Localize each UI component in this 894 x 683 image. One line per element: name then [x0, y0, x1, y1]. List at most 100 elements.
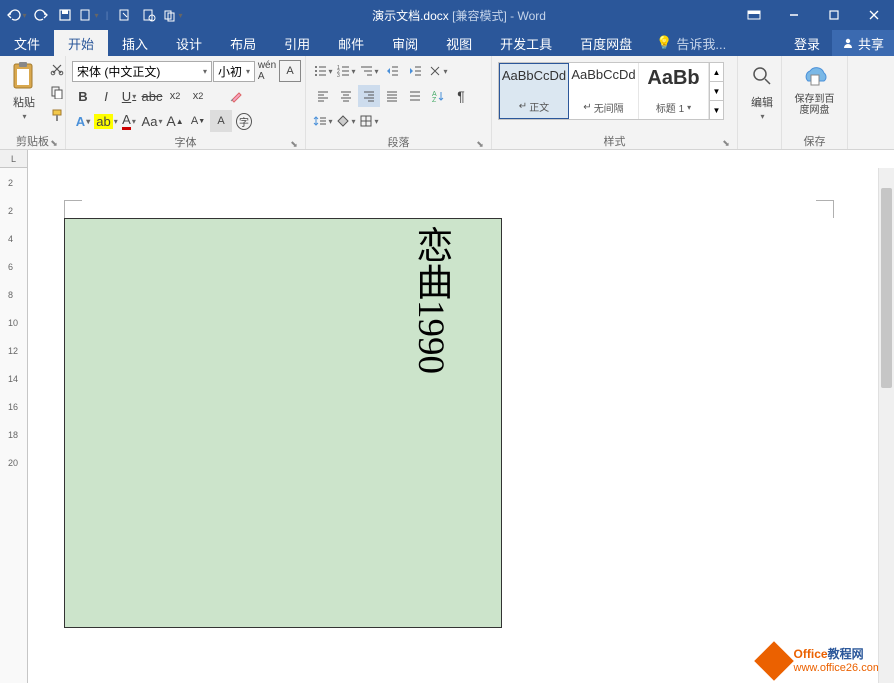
find-button[interactable]: 编辑 ▾ — [742, 58, 782, 123]
save-baidu-button[interactable]: 保存到百度网盘 — [786, 58, 843, 118]
tab-insert[interactable]: 插入 — [108, 30, 162, 56]
maximize-button[interactable] — [814, 0, 854, 30]
highlight-button[interactable]: ab▾ — [95, 110, 117, 132]
gallery-up[interactable]: ▲ — [710, 63, 723, 82]
align-justify-button[interactable] — [381, 85, 403, 107]
increase-indent-button[interactable] — [404, 60, 426, 82]
tab-references[interactable]: 引用 — [270, 30, 324, 56]
tab-review[interactable]: 审阅 — [378, 30, 432, 56]
distributed-button[interactable] — [404, 85, 426, 107]
tab-layout[interactable]: 布局 — [216, 30, 270, 56]
tab-home[interactable]: 开始 — [54, 30, 108, 56]
app-name: Word — [517, 9, 545, 23]
tell-me-search[interactable]: 💡 告诉我... — [646, 30, 736, 56]
styles-launcher[interactable]: ⬊ — [721, 138, 731, 148]
gallery-down[interactable]: ▼ — [710, 82, 723, 101]
change-case-button[interactable]: Aa▾ — [141, 110, 163, 132]
group-clipboard: 粘贴 ▾ 剪贴板⬊ — [0, 56, 66, 149]
group-label-paragraph: 段落⬊ — [310, 134, 487, 150]
clipboard-launcher[interactable]: ⬊ — [49, 138, 59, 148]
vertical-ruler[interactable]: 22468101214161820 — [0, 168, 28, 683]
font-size-combo[interactable]: 小初▾ — [213, 61, 255, 82]
paste-button[interactable]: 粘贴 ▾ — [4, 58, 44, 123]
font-color-button[interactable]: A▾ — [118, 110, 140, 132]
shrink-font-button[interactable]: A▼ — [187, 110, 209, 132]
ribbon-tabs: 文件 开始 插入 设计 布局 引用 邮件 审阅 视图 开发工具 百度网盘 💡 告… — [0, 30, 894, 56]
styles-gallery: AaBbCcDd ↵正文 AaBbCcDd ↵无间隔 AaBb 标题 1▾ ▲ … — [498, 62, 724, 120]
minimize-button[interactable] — [774, 0, 814, 30]
sort-button[interactable]: AZ — [427, 85, 449, 107]
gallery-more[interactable]: ▼ — [710, 101, 723, 119]
text-effects-button[interactable]: A▾ — [72, 110, 94, 132]
borders-button[interactable]: ▾ — [358, 110, 380, 132]
font-name-combo[interactable]: 宋体 (中文正文)▾ — [72, 61, 212, 82]
bold-button[interactable]: B — [72, 85, 94, 107]
strikethrough-button[interactable]: abc — [141, 85, 163, 107]
qat-action-2[interactable] — [114, 4, 136, 26]
watermark-url: www.office26.com — [794, 662, 882, 674]
group-styles: AaBbCcDd ↵正文 AaBbCcDd ↵无间隔 AaBb 标题 1▾ ▲ … — [492, 56, 738, 149]
qat-action-3[interactable] — [138, 4, 160, 26]
format-painter-button[interactable] — [46, 104, 68, 126]
decrease-indent-button[interactable] — [381, 60, 403, 82]
shading-button[interactable]: ▾ — [335, 110, 357, 132]
undo-button[interactable]: ▾ — [6, 4, 28, 26]
style-normal[interactable]: AaBbCcDd ↵正文 — [499, 63, 569, 119]
char-shading-button[interactable]: A — [210, 110, 232, 132]
editing-label: 编辑 — [751, 94, 773, 110]
font-launcher[interactable]: ⬊ — [289, 139, 299, 149]
document-area: 22468101214161820 恋曲1990 Office教程网 www.o… — [0, 168, 894, 683]
svg-text:Z: Z — [432, 97, 437, 103]
scroll-thumb[interactable] — [881, 188, 892, 388]
align-left-button[interactable] — [312, 85, 334, 107]
tab-file[interactable]: 文件 — [0, 30, 54, 56]
subscript-button[interactable]: x2 — [164, 85, 186, 107]
style-heading-1[interactable]: AaBb 标题 1▾ — [639, 63, 709, 119]
copy-button[interactable] — [46, 81, 68, 103]
show-marks-button[interactable]: ¶ — [450, 85, 472, 107]
tab-mailings[interactable]: 邮件 — [324, 30, 378, 56]
align-right-button[interactable] — [358, 85, 380, 107]
style-preview: AaBbCcDd — [502, 68, 566, 83]
grow-font-button[interactable]: A▲ — [164, 110, 186, 132]
save-button[interactable] — [54, 4, 76, 26]
tab-baidu[interactable]: 百度网盘 — [566, 30, 646, 56]
tell-me-placeholder: 告诉我... — [676, 34, 726, 53]
save-baidu-label: 保存到百度网盘 — [790, 94, 839, 116]
document-text[interactable]: 恋曲1990 — [410, 226, 449, 374]
style-label-text: 无间隔 — [594, 100, 624, 115]
phonetic-guide-button[interactable]: wénA — [256, 60, 278, 82]
numbering-button[interactable]: 123▾ — [335, 60, 357, 82]
italic-button[interactable]: I — [95, 85, 117, 107]
align-center-button[interactable] — [335, 85, 357, 107]
document-canvas[interactable]: 恋曲1990 Office教程网 www.office26.com — [28, 168, 894, 683]
style-no-spacing[interactable]: AaBbCcDd ↵无间隔 — [569, 63, 639, 119]
superscript-button[interactable]: x2 — [187, 85, 209, 107]
qat-action-1[interactable]: ▾ — [78, 4, 100, 26]
underline-button[interactable]: U▾ — [118, 85, 140, 107]
redo-button[interactable] — [30, 4, 52, 26]
cut-button[interactable] — [46, 58, 68, 80]
enclose-char-button[interactable]: 字 — [233, 110, 255, 132]
vertical-scrollbar[interactable] — [878, 168, 894, 683]
group-baidu-save: 保存到百度网盘 保存 — [782, 56, 848, 149]
multilevel-list-button[interactable]: ▾ — [358, 60, 380, 82]
share-button[interactable]: 共享 — [832, 30, 894, 56]
tab-view[interactable]: 视图 — [432, 30, 486, 56]
qat-action-4[interactable]: ▾ — [162, 4, 184, 26]
ruler-corner[interactable]: L — [0, 150, 28, 168]
line-spacing-button[interactable]: ▾ — [312, 110, 334, 132]
bullets-button[interactable]: ▾ — [312, 60, 334, 82]
ribbon-display-button[interactable] — [734, 0, 774, 30]
char-border-button[interactable]: A — [279, 60, 301, 82]
svg-text:3: 3 — [337, 73, 340, 78]
close-button[interactable] — [854, 0, 894, 30]
clear-formatting-button[interactable] — [225, 85, 247, 107]
login-button[interactable]: 登录 — [782, 30, 832, 56]
tab-design[interactable]: 设计 — [162, 30, 216, 56]
asian-layout-button[interactable]: ▾ — [427, 60, 449, 82]
paragraph-launcher[interactable]: ⬊ — [475, 139, 485, 149]
paste-label: 粘贴 — [13, 94, 35, 110]
tab-developer[interactable]: 开发工具 — [486, 30, 566, 56]
gallery-scroll: ▲ ▼ ▼ — [709, 63, 723, 119]
